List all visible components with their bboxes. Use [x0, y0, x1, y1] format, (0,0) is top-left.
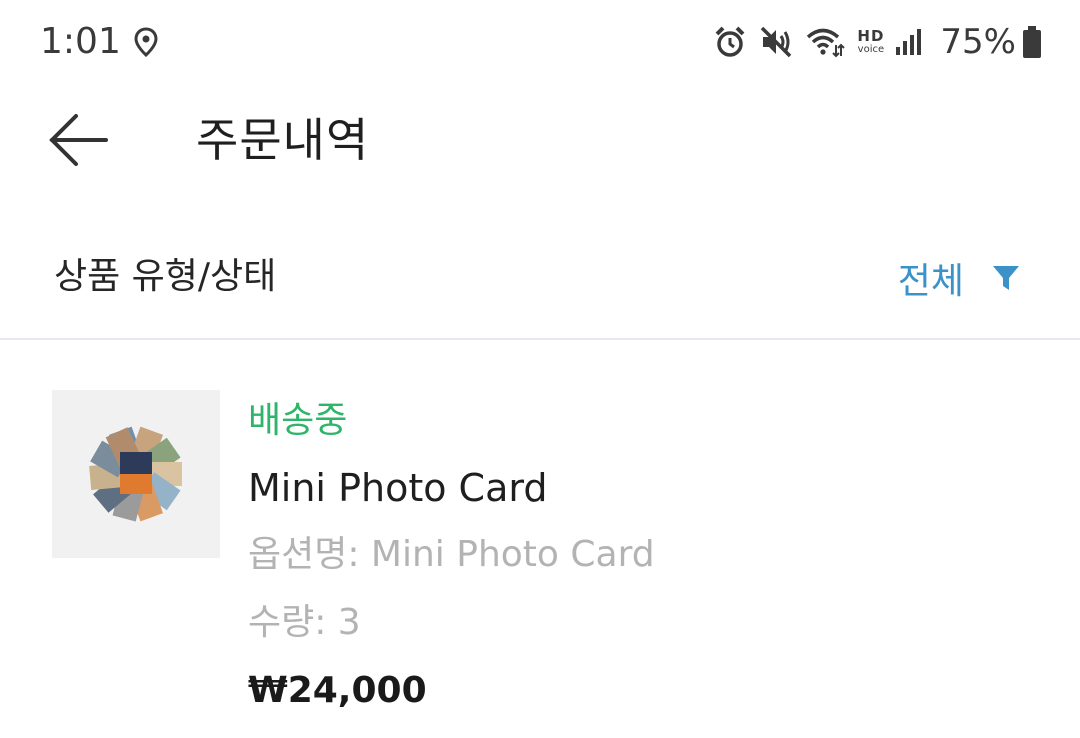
hd-label: HD: [857, 27, 885, 45]
battery-percent: 75%: [940, 22, 1016, 62]
wifi-icon: [807, 28, 846, 58]
product-thumbnail[interactable]: [52, 390, 220, 558]
mute-icon: [761, 26, 792, 58]
voice-label: voice: [857, 44, 885, 55]
battery-icon: [1023, 26, 1041, 58]
page-title: 주문내역: [196, 113, 370, 167]
filter-button[interactable]: 전체: [898, 250, 1020, 306]
hd-voice-icon: HD voice: [857, 29, 884, 55]
filter-value[interactable]: 전체: [898, 252, 964, 304]
filter-icon[interactable]: [992, 264, 1020, 292]
order-history-screen: 1:01 HD voice 75% 주문내역 상품 유형/상태 전체 배송중 M…: [0, 0, 1080, 738]
signal-icon: [896, 29, 922, 55]
arrow-left-icon[interactable]: [44, 108, 114, 172]
filter-row: 상품 유형/상태 전체: [0, 236, 1080, 322]
status-time: 1:01: [40, 21, 121, 62]
product-quantity: 수량: 3: [248, 602, 361, 643]
order-status: 배송중: [248, 400, 348, 441]
product-option: 옵션명: Mini Photo Card: [248, 534, 655, 575]
location-icon: [134, 27, 158, 57]
filter-label: 상품 유형/상태: [54, 256, 277, 297]
order-item[interactable]: 배송중 Mini Photo Card 옵션명: Mini Photo Card…: [0, 340, 1080, 738]
app-bar: 주문내역: [0, 84, 1080, 200]
status-icons: HD voice 75%: [713, 20, 1042, 64]
product-name: Mini Photo Card: [248, 466, 548, 510]
alarm-icon: [715, 26, 745, 57]
product-price: ₩24,000: [248, 670, 427, 711]
status-bar: 1:01 HD voice 75%: [0, 0, 1080, 84]
